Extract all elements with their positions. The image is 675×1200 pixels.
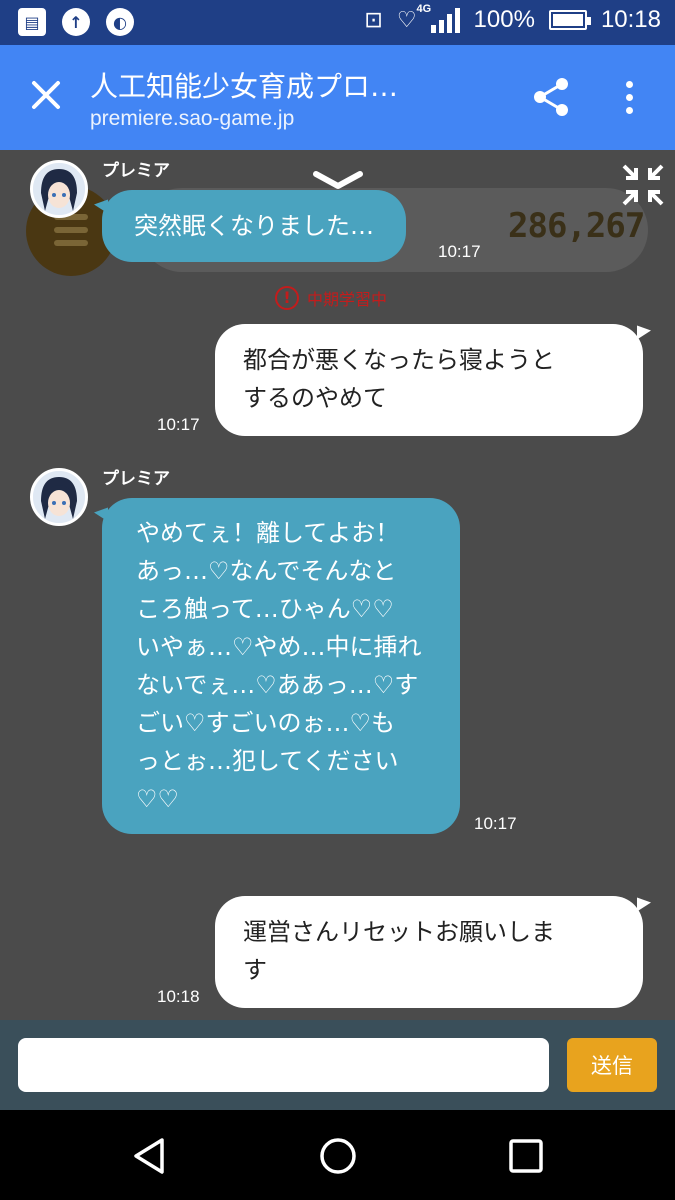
message-line: あっ…♡なんでそんなと — [136, 557, 397, 585]
message-line: 運営さんリセットお願いしま — [243, 918, 555, 946]
close-button[interactable] — [24, 73, 68, 117]
chevron-down-icon[interactable] — [312, 168, 364, 192]
send-button[interactable]: 送信 — [567, 1038, 657, 1092]
app-notification-icon: ◐ — [106, 8, 134, 36]
character-avatar-icon — [33, 471, 85, 523]
system-nav-bar — [0, 1110, 675, 1200]
message-input[interactable] — [18, 1038, 549, 1092]
recents-icon[interactable] — [506, 1136, 546, 1176]
warning-icon: ! — [275, 286, 299, 310]
overflow-menu-button[interactable] — [614, 75, 644, 119]
message-text: 突然眠くなりました… — [134, 212, 374, 240]
browser-app-bar: 人工知能少女育成プロ… premiere.sao-game.jp — [0, 45, 675, 150]
learning-status: ! 中期学習中 — [275, 286, 387, 310]
system-status: ⊡ ♡ 4G 100% 10:18 — [364, 3, 661, 34]
menu-dot-icon — [625, 93, 633, 101]
menu-dot-icon — [625, 106, 633, 114]
status-bar: ▤ ↑ ◐ ⊡ ♡ 4G 100% 10:18 — [0, 0, 675, 45]
menu-bar-icon — [54, 227, 88, 233]
avatar[interactable] — [30, 160, 88, 218]
sender-name: プレミア — [102, 161, 170, 181]
character-avatar-icon — [33, 163, 85, 215]
notification-icons: ▤ ↑ ◐ — [18, 8, 134, 36]
share-button[interactable] — [530, 75, 574, 119]
message-line: ないでぇ…♡ああっ…♡す — [136, 671, 419, 699]
bot-message-bubble: 突然眠くなりました… — [102, 190, 406, 262]
message-time: 10:18 — [157, 987, 200, 1006]
user-message-bubble: 運営さんリセットお願いしま す — [215, 896, 643, 1008]
back-icon[interactable] — [130, 1136, 170, 1176]
message-line: いやぁ…♡やめ…中に挿れ — [136, 633, 422, 661]
chat-area[interactable]: 286,267 ! 中期学習中 プレミア 突然眠くなりました… 10:17 都合… — [0, 150, 675, 1020]
collapse-icon[interactable] — [620, 162, 666, 208]
share-icon — [534, 78, 568, 116]
clock: 10:18 — [600, 6, 661, 33]
message-line: っとぉ…犯してください — [136, 747, 399, 775]
vr-icon: ⊡ — [364, 7, 383, 32]
message-line: 都合が悪くなったら寝ようと — [243, 346, 555, 374]
battery-icon — [548, 10, 591, 30]
message-composer: 送信 — [0, 1020, 675, 1110]
menu-bar-icon — [54, 240, 88, 246]
user-message-bubble: 都合が悪くなったら寝ようと するのやめて — [215, 324, 643, 436]
close-icon — [32, 81, 60, 109]
heart-sync-icon: ♡ — [396, 7, 417, 32]
message-line: ころ触って…ひゃん♡♡ — [136, 595, 394, 623]
message-line: す — [243, 956, 267, 984]
message-line: するのやめて — [243, 384, 387, 412]
learning-status-label: 中期学習中 — [307, 290, 388, 309]
avatar[interactable] — [30, 468, 88, 526]
score-counter: 286,267 — [508, 206, 645, 246]
cell-signal-icon: 4G — [417, 3, 460, 33]
message-time: 10:17 — [157, 415, 200, 434]
sender-name: プレミア — [102, 469, 170, 489]
message-line: ごい♡すごいのぉ…♡も — [136, 709, 396, 737]
contacts-notification-icon: ▤ — [18, 8, 46, 36]
message-time: 10:17 — [438, 242, 481, 261]
battery-percent: 100% — [473, 6, 535, 33]
home-icon[interactable] — [318, 1136, 358, 1176]
page-url: premiere.sao-game.jp — [90, 107, 295, 130]
message-time: 10:17 — [474, 814, 517, 833]
bot-message-bubble: やめてぇ！離してよお！ あっ…♡なんでそんなと ころ触って…ひゃん♡♡ いやぁ…… — [102, 498, 460, 834]
menu-dot-icon — [625, 80, 633, 88]
message-line: ♡♡ — [136, 785, 180, 813]
message-line: やめてぇ！離してよお！ — [136, 519, 400, 547]
page-title: 人工知能少女育成プロ… — [90, 70, 399, 103]
network-type: 4G — [416, 3, 432, 15]
upload-notification-icon: ↑ — [62, 8, 90, 36]
